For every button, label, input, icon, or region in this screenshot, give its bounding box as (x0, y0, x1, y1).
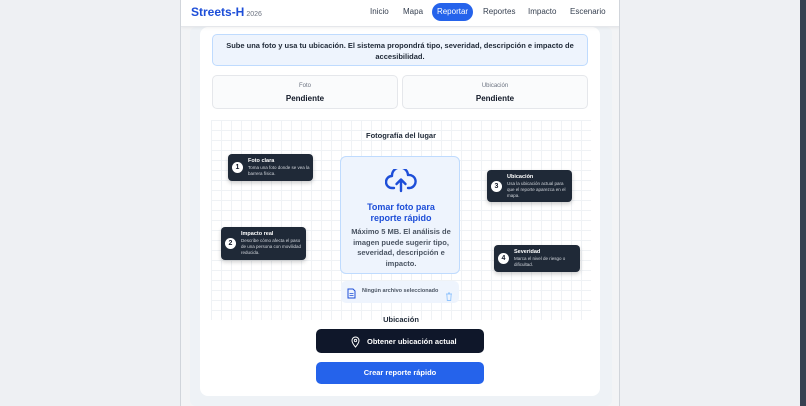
get-location-label: Obtener ubicación actual (367, 337, 457, 346)
tip-severity: 4 Severidad Marca el nivel de riesgo o d… (494, 245, 580, 272)
tip-location: 3 Ubicación Usa la ubicación actual para… (487, 170, 572, 202)
nav-item-reportar[interactable]: Reportar (432, 3, 473, 21)
tip-title: Foto clara (248, 158, 275, 164)
scrollbar[interactable] (800, 0, 806, 406)
tip-number: 2 (225, 238, 236, 249)
location-status-label: Ubicación (481, 83, 509, 89)
nav-item-escenario[interactable]: Escenario (570, 7, 606, 16)
tip-body: Marca el nivel de riesgo o dificultad. (514, 256, 566, 267)
create-report-button[interactable]: Crear reporte rápido (316, 362, 484, 384)
photo-status-box: Foto Pendiente (212, 75, 398, 109)
brand-year: 2026 (246, 11, 262, 18)
tip-title: Impacto real (241, 231, 274, 237)
tip-title: Ubicación (507, 174, 534, 180)
map-pin-icon (351, 335, 360, 353)
photo-status-label: Foto (298, 83, 311, 89)
location-status-value: Pendiente (475, 94, 515, 103)
nav-item-inicio[interactable]: Inicio (370, 7, 389, 16)
file-icon (347, 286, 356, 304)
tip-real-impact: 2 Impacto real Describe cómo afecta el p… (221, 227, 306, 260)
upload-description: Máximo 5 MB. El análisis de imagen puede… (351, 227, 451, 268)
outer-background-left (0, 0, 180, 406)
outer-background-right (620, 0, 806, 406)
brand-name: Streets-H (191, 5, 245, 19)
tip-photo-clear: 1 Foto clara Toma una foto donde se vea … (228, 154, 313, 181)
tip-body: Toma una foto donde se vea la barrera fí… (248, 165, 310, 176)
get-location-button[interactable]: Obtener ubicación actual (316, 329, 484, 353)
location-status-box: Ubicación Pendiente (402, 75, 588, 109)
upload-title: Tomar foto para reporte rápido (367, 202, 435, 223)
tip-number: 4 (498, 253, 509, 264)
tip-body: Describe cómo afecta el paso de una pers… (241, 238, 302, 255)
nav-item-mapa[interactable]: Mapa (403, 7, 423, 16)
photo-status-value: Pendiente (285, 94, 325, 103)
tip-body: Usa la ubicación actual para que el repo… (507, 181, 566, 198)
nav-item-impacto[interactable]: Impacto (528, 7, 556, 16)
photo-upload-dropzone[interactable]: Tomar foto para reporte rápido Máximo 5 … (340, 156, 460, 274)
cloud-upload-icon (384, 166, 417, 198)
trash-icon[interactable] (445, 288, 453, 306)
nav-item-reportes[interactable]: Reportes (483, 7, 515, 16)
app-viewport: Streets-H 2026 Inicio Mapa Reportar Repor… (180, 0, 620, 406)
tip-number: 1 (232, 162, 243, 173)
file-status-text: Ningún archivo seleccionado (362, 288, 439, 294)
file-input[interactable]: Ningún archivo seleccionado (341, 281, 459, 303)
photo-section-title: Fotografía del lugar (365, 131, 436, 140)
location-section-title: Ubicación (383, 315, 419, 324)
info-banner: Sube una foto y usa tu ubicación. El sis… (212, 34, 588, 66)
tip-number: 3 (491, 181, 502, 192)
brand-logo[interactable]: Streets-H 2026 (191, 5, 262, 19)
top-navbar: Streets-H 2026 Inicio Mapa Reportar Repor… (181, 0, 619, 27)
tip-title: Severidad (514, 249, 541, 255)
